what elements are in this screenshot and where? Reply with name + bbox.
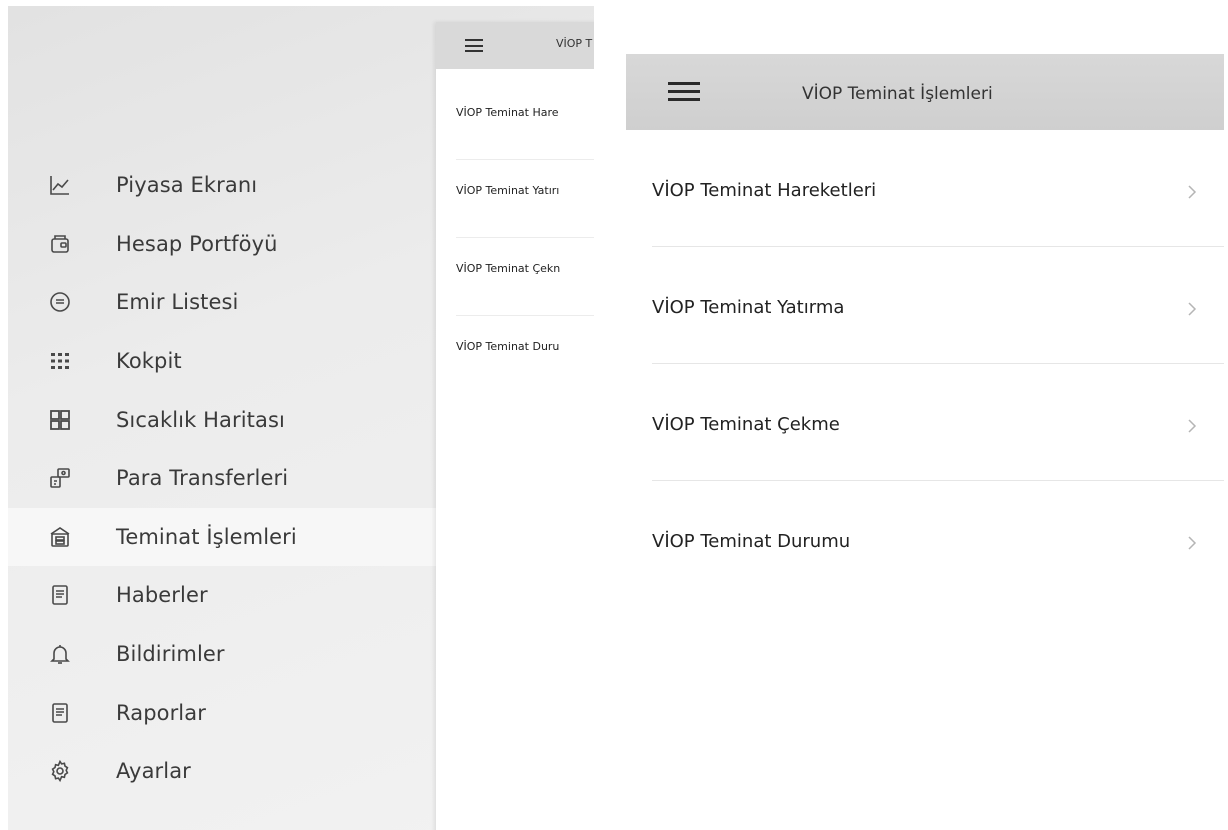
list-item[interactable]: VİOP Teminat Yatırı (436, 160, 594, 238)
list-item-label: VİOP Teminat Durumu (652, 531, 851, 552)
sidebar-item-label: Para Transferleri (116, 466, 289, 491)
list-item-teminat-yatirma[interactable]: VİOP Teminat Yatırma (626, 247, 1224, 364)
sidebar-item-label: Kokpit (116, 349, 182, 374)
bell-icon (48, 642, 72, 666)
background-screen-title: VİOP T (556, 37, 593, 50)
sidebar-item-label: Hesap Portföyü (116, 231, 278, 256)
chevron-right-icon (1188, 419, 1197, 433)
list-item-label: VİOP Teminat Çekn (456, 262, 561, 275)
sidebar-item-label: Ayarlar (116, 759, 191, 784)
report-icon (48, 701, 72, 725)
viop-screen: VİOP Teminat İşlemleri VİOP Teminat Hare… (626, 54, 1224, 830)
sidebar-item-label: Emir Listesi (116, 290, 239, 315)
gear-icon (48, 759, 72, 783)
list-item-label: VİOP Teminat Yatırma (652, 297, 845, 318)
collateral-icon (48, 525, 72, 549)
chart-line-icon (48, 173, 72, 197)
money-transfer-icon (48, 466, 72, 490)
list-item-teminat-hareketleri[interactable]: VİOP Teminat Hareketleri (626, 130, 1224, 247)
sidebar-item-label: Teminat İşlemleri (116, 524, 297, 549)
list-item-teminat-cekme[interactable]: VİOP Teminat Çekme (626, 364, 1224, 481)
list-item-label: VİOP Teminat Yatırı (456, 184, 560, 197)
list-item-label: VİOP Teminat Hareketleri (652, 180, 877, 201)
list-item[interactable]: VİOP Teminat Çekn (436, 238, 594, 316)
sidebar-item-label: Piyasa Ekranı (116, 173, 258, 198)
grid-dots-icon (48, 349, 72, 373)
sidebar-item-label: Haberler (116, 583, 208, 608)
side-menu-panel: Piyasa Ekranı Hesap Portföyü Emir Listes… (8, 6, 594, 830)
chevron-right-icon (1188, 302, 1197, 316)
list-item[interactable]: VİOP Teminat Hare (436, 82, 594, 160)
background-screen-list: VİOP Teminat Hare VİOP Teminat Yatırı Vİ… (436, 82, 594, 394)
hamburger-menu-icon[interactable] (465, 39, 483, 52)
list-item-label: VİOP Teminat Çekme (652, 414, 840, 435)
list-item-label: VİOP Teminat Duru (456, 340, 560, 353)
chevron-right-icon (1188, 185, 1197, 199)
sidebar-item-label: Bildirimler (116, 642, 225, 667)
heatmap-grid-icon (48, 408, 72, 432)
viop-menu-list: VİOP Teminat Hareketleri VİOP Teminat Ya… (626, 130, 1224, 598)
sidebar-item-label: Sıcaklık Haritası (116, 407, 285, 432)
background-screen-preview: VİOP T VİOP Teminat Hare VİOP Teminat Ya… (436, 22, 594, 830)
list-circle-icon (48, 290, 72, 314)
sidebar-item-label: Raporlar (116, 700, 206, 725)
app-header: VİOP Teminat İşlemleri (626, 54, 1224, 130)
news-icon (48, 583, 72, 607)
hamburger-menu-icon[interactable] (668, 82, 700, 104)
chevron-right-icon (1188, 536, 1197, 550)
wallet-icon (48, 232, 72, 256)
list-item[interactable]: VİOP Teminat Duru (436, 316, 594, 394)
list-item-label: VİOP Teminat Hare (456, 106, 559, 119)
page-title: VİOP Teminat İşlemleri (802, 84, 993, 104)
list-item-teminat-durumu[interactable]: VİOP Teminat Durumu (626, 481, 1224, 598)
background-screen-header: VİOP T (436, 22, 594, 69)
